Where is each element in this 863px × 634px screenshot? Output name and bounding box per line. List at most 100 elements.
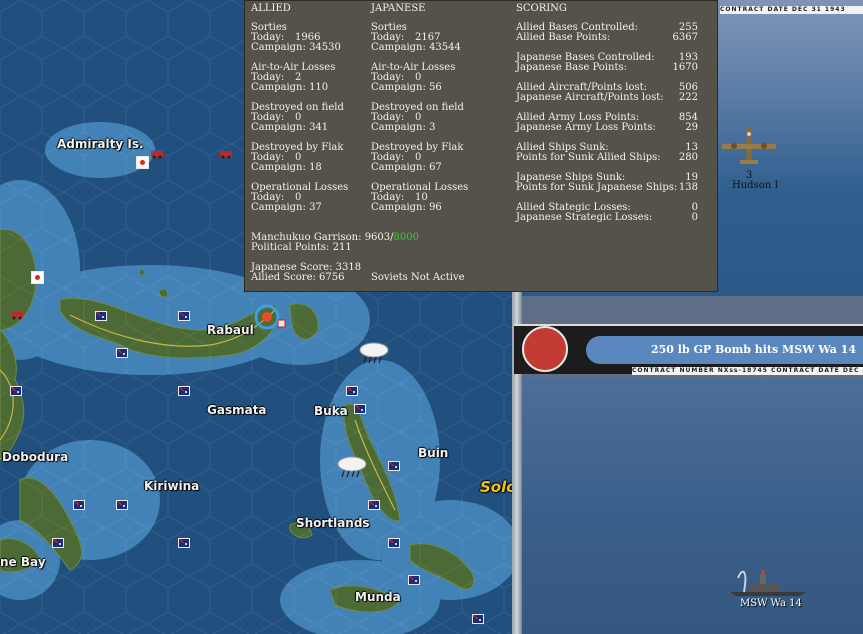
today-label: Today: [371,152,405,163]
scoring-row-label: Japanese Army Loss Points: [516,122,656,133]
map-label-munda: Munda [355,590,401,604]
allied-base-flag[interactable] [73,500,85,510]
today-label: Today: [251,32,285,43]
allied-score-value: 6756 [319,272,345,283]
campaign-label: Campaign: [371,82,426,93]
scoring-row: Points for Sunk Japanese Ships: 138 [516,183,698,193]
scoring-row-value: 0 [691,212,698,223]
allied-base-flag[interactable] [354,404,366,414]
political-label: Political Points: [251,242,330,253]
map-label-shortlands: Shortlands [296,516,370,530]
scoring-row: Japanese Base Points: 1670 [516,63,698,73]
scoring-row-value: 29 [685,122,698,133]
garrison-required: 8000 [393,232,419,243]
allied-base-flag[interactable] [116,348,128,358]
scoring-row: Japanese Army Loss Points: 29 [516,123,698,133]
scoring-header: SCORING [516,3,567,14]
allied-sorties-today: 1966 [295,32,321,43]
scoring-row-value: 6367 [672,32,698,43]
map-label-dobodura: Dobodura [2,450,69,464]
today-label: Today: [251,72,285,83]
statistics-overlay: ALLIED Sorties Today: 1966 Campaign: 3453… [244,0,718,292]
map-label-admiralty: Admiralty Is. [57,137,144,151]
campaign-label: Campaign: [251,82,306,93]
allied-base-flag[interactable] [178,386,190,396]
allied-base-flag[interactable] [368,500,380,510]
contract-strip-top: CONTRACT DATE DEC 31 1943 [720,6,863,14]
allied-flak-today: 0 [295,152,302,163]
combat-message: 250 lb GP Bomb hits MSW Wa 14 [586,336,863,364]
allied-field-today: 0 [295,112,302,123]
map-label-buka: Buka [314,404,348,418]
storm-cloud-icon [359,342,389,364]
japanese-base-flag[interactable] [31,271,44,284]
soviets-status: Soviets Not Active [371,272,465,283]
japanese-op-campaign: 96 [429,202,442,213]
allied-base-flag[interactable] [116,500,128,510]
allied-field-campaign: 341 [309,122,329,133]
allied-a2a-today: 2 [295,72,302,83]
map-label-rabaul: Rabaul [207,323,254,337]
allied-stats-column: ALLIED Sorties Today: 1966 Campaign: 3453… [251,3,366,213]
allied-base-flag[interactable] [346,386,358,396]
japanese-field-campaign: 3 [429,122,436,133]
campaign-label: Campaign: [371,122,426,133]
scoring-row-label: Allied Base Points: [516,32,611,43]
japanese-sorties-today: 2167 [415,32,441,43]
today-label: Today: [251,152,285,163]
allied-base-flag[interactable] [52,538,64,548]
campaign-label: Campaign: [251,122,306,133]
allied-base-flag[interactable] [178,538,190,548]
allied-base-flag[interactable] [95,311,107,321]
scoring-row-value: 222 [678,92,698,103]
allied-base-flag[interactable] [178,311,190,321]
scoring-row-label: Points for Sunk Japanese Ships: [516,182,678,193]
scoring-row: Points for Sunk Allied Ships: 280 [516,153,698,163]
map-label-kiriwina: Kiriwina [144,479,200,493]
allied-base-flag[interactable] [472,614,484,624]
campaign-label: Campaign: [251,42,306,53]
ground-unit-icon[interactable] [10,310,24,320]
map-label-solomons: Solo [480,478,512,496]
scoring-row-value: 138 [678,182,698,193]
combat-sea-view: MSW Wa 14 [522,378,863,634]
today-label: Today: [371,32,405,43]
summary-block: Manchukuo Garrison: 9603/8000 Political … [251,233,501,283]
target-reticle-icon[interactable] [250,302,286,332]
japanese-op-today: 10 [415,192,428,203]
japanese-stats-column: JAPANESE Sorties Today: 2167 Campaign: 43… [371,3,501,213]
allied-base-flag[interactable] [408,575,420,585]
today-label: Today: [371,112,405,123]
political-value: 211 [332,242,352,253]
scoring-row-value: 1670 [672,62,698,73]
japanese-flak-campaign: 67 [429,162,442,173]
allied-base-flag[interactable] [388,538,400,548]
japanese-flak-today: 0 [415,152,422,163]
ground-unit-icon[interactable] [219,149,233,159]
campaign-label: Campaign: [371,42,426,53]
allied-base-flag[interactable] [388,461,400,471]
campaign-label: Campaign: [251,202,306,213]
today-label: Today: [371,192,405,203]
map-label-buin: Buin [418,446,449,460]
campaign-label: Campaign: [371,202,426,213]
japanese-a2a-today: 0 [415,72,422,83]
ground-unit-icon[interactable] [150,149,164,159]
japanese-base-flag[interactable] [136,156,149,169]
aircraft-icon[interactable] [720,124,778,168]
garrison-value: 9603 [364,232,391,243]
allied-a2a-campaign: 110 [309,82,329,93]
allied-op-today: 0 [295,192,302,203]
scoring-row-label: Japanese Base Points: [516,62,627,73]
allied-op-campaign: 37 [309,202,322,213]
scoring-row: Allied Base Points: 6367 [516,33,698,43]
map-label-gasmata: Gasmata [207,403,267,417]
combat-message-bar: 250 lb GP Bomb hits MSW Wa 14 CONTRACT N… [514,324,863,375]
campaign-label: Campaign: [371,162,426,173]
scoring-row-label: Japanese Strategic Losses: [516,212,653,223]
allied-base-flag[interactable] [10,386,22,396]
scoring-row-label: Points for Sunk Allied Ships: [516,152,661,163]
scoring-row: Japanese Strategic Losses: 0 [516,213,698,223]
contract-strip-bottom: CONTRACT NUMBER NXss-18745 CONTRACT DATE… [632,367,863,375]
campaign-label: Campaign: [251,162,306,173]
